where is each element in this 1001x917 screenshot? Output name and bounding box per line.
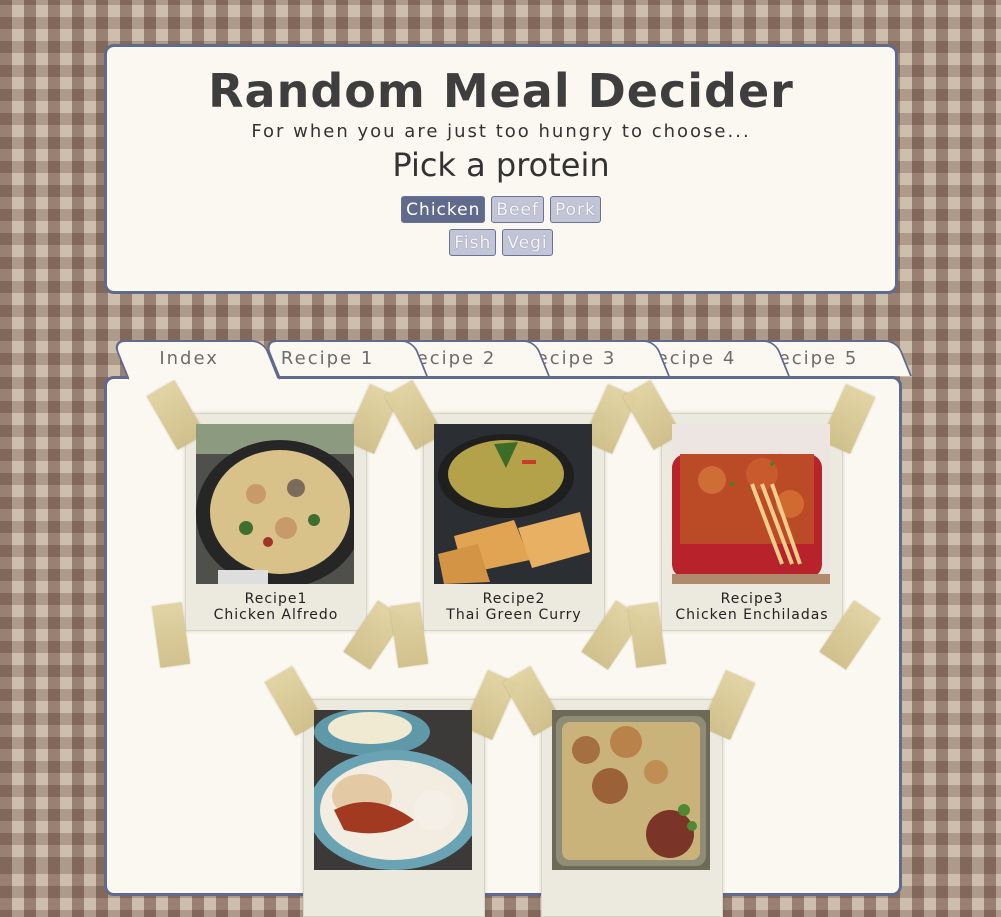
protein-pork-button[interactable]: Pork bbox=[549, 196, 601, 223]
recipe-tabs: Recipe 5 Recipe 4 Recipe 3 Recipe 2 Reci… bbox=[111, 340, 912, 380]
recipe-photo-chicken-alfredo bbox=[196, 424, 354, 584]
tab-index[interactable]: Index bbox=[111, 340, 280, 380]
recipe-card-label: Recipe3 bbox=[720, 591, 784, 607]
recipe-card-5[interactable] bbox=[502, 666, 756, 917]
tab-recipe-1[interactable]: Recipe 1 bbox=[263, 340, 428, 376]
recipe-photo-5 bbox=[552, 710, 710, 870]
recipe-card-name: Thai Green Curry bbox=[446, 607, 582, 623]
recipe-card-4[interactable] bbox=[264, 666, 518, 917]
page-subtitle: For when you are just too hungry to choo… bbox=[251, 121, 751, 142]
protein-row-1: Chicken Beef Pork bbox=[107, 196, 895, 223]
tab-recipe-1-label: Recipe 1 bbox=[280, 348, 375, 369]
protein-fish-button[interactable]: Fish bbox=[449, 229, 497, 256]
tab-index-label: Index bbox=[159, 348, 219, 369]
recipe-card-3[interactable]: Recipe3 Chicken Enchiladas bbox=[622, 380, 881, 670]
recipe-card-2[interactable]: Recipe2 Thai Green Curry bbox=[384, 380, 643, 670]
recipe-photo-4 bbox=[314, 710, 472, 870]
protein-vegi-button[interactable]: Vegi bbox=[502, 229, 553, 256]
recipe-card-1[interactable]: Recipe1 Chicken Alfredo bbox=[146, 380, 405, 670]
header-card: Random Meal Decider For when you are jus… bbox=[104, 44, 898, 294]
tape-decoration bbox=[627, 602, 667, 668]
recipe-photo-thai-green-curry bbox=[434, 424, 592, 584]
protein-beef-button[interactable]: Beef bbox=[491, 196, 544, 223]
recipe-card-label: Recipe2 bbox=[482, 591, 546, 607]
recipe-card-name: Chicken Enchiladas bbox=[675, 607, 829, 623]
recipe-card-label: Recipe1 bbox=[244, 591, 308, 607]
tape-decoration bbox=[389, 602, 429, 668]
recipe-index-panel: Recipe1 Chicken Alfredo Recipe2 Thai Gre… bbox=[104, 376, 902, 917]
recipe-photo-chicken-enchiladas bbox=[672, 424, 830, 584]
recipe-card-name: Chicken Alfredo bbox=[213, 607, 339, 623]
protein-row-2: Fish Vegi bbox=[107, 229, 895, 256]
protein-chicken-button[interactable]: Chicken bbox=[401, 196, 486, 223]
protein-prompt: Pick a protein bbox=[392, 146, 610, 184]
page-title: Random Meal Decider bbox=[208, 64, 794, 118]
tape-decoration bbox=[151, 602, 191, 668]
